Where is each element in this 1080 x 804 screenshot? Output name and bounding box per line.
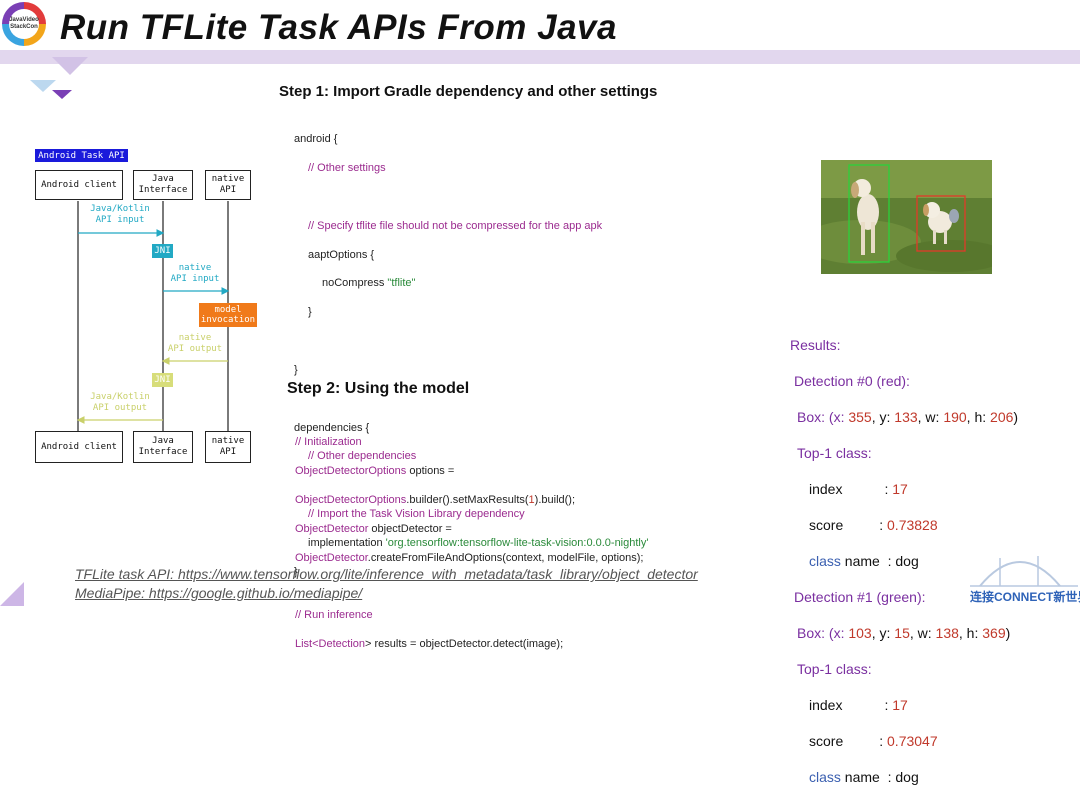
box-android-client-bottom: Android client (35, 431, 123, 463)
decor-triangle-bottom-left (0, 582, 24, 606)
code-type: List< (295, 638, 319, 651)
class-name-value: name : dog (844, 553, 919, 569)
box-x: 355 (848, 409, 872, 425)
box-y: 15 (894, 625, 910, 641)
code-line: } (308, 306, 312, 319)
code-line: noCompress (322, 277, 385, 290)
code-type: ObjectDetectorOptions (295, 465, 407, 478)
box-java-interface-bottom: Java Interface (133, 431, 193, 463)
tflite-task-api-link[interactable]: TFLite task API: https://www.tensorflow.… (75, 565, 698, 584)
score-label: score (809, 733, 844, 749)
code-comment: // Run inference (295, 609, 373, 622)
android-task-api-diagram: Android Task API Android client Java Int… (30, 145, 270, 465)
step2-code: // Initialization ObjectDetectorOptions … (295, 421, 644, 666)
step1-heading: Step 1: Import Gradle dependency and oth… (279, 83, 658, 100)
code-line: aaptOptions { (308, 248, 375, 261)
top1-label: Top-1 class: (797, 661, 872, 677)
code-type: ObjectDetectorOptions (295, 494, 407, 507)
model-invocation-tag: model invocation (199, 303, 257, 327)
diagram-heading: Android Task API (35, 149, 128, 162)
decor-triangle-large (52, 57, 88, 75)
box-x: 103 (848, 625, 872, 641)
code-comment: // Specify tflite file should not be com… (308, 219, 603, 232)
index-value: 17 (892, 481, 908, 497)
code-type: Detection (318, 638, 366, 651)
photo-two-dogs-on-grass (801, 160, 1006, 274)
box-w: 190 (943, 409, 967, 425)
code-line: .builder().setMaxResults( (406, 494, 529, 507)
label-java-kotlin-input: Java/Kotlin API input (90, 204, 150, 225)
decor-triangle-purple (52, 90, 72, 99)
box-java-interface-top: Java Interface (133, 170, 193, 200)
score-value: 0.73047 (887, 733, 938, 749)
score-value: 0.73828 (887, 517, 938, 533)
code-line: ).build(); (534, 494, 576, 507)
event-logo-text: JavaVideo StackCon (9, 9, 39, 39)
box-native-api-bottom: native API (205, 431, 251, 463)
box-w: 138 (935, 625, 959, 641)
mediapipe-link[interactable]: MediaPipe: https://google.github.io/medi… (75, 584, 698, 603)
event-logo: JavaVideo StackCon (2, 2, 46, 46)
box-label: Box: (x: (797, 409, 849, 425)
box-h: 206 (990, 409, 1014, 425)
code-type: ObjectDetector (295, 522, 369, 535)
box-h: 369 (982, 625, 1006, 641)
code-comment: // Other settings (308, 162, 386, 175)
code-line: android { (294, 133, 338, 146)
box-native-api-top: native API (205, 170, 251, 200)
label-native-api-input: native API input (170, 263, 220, 284)
jni-tag-1: JNI (152, 244, 173, 258)
jni-tag-2: JNI (152, 373, 173, 387)
header-divider-bar (0, 50, 1080, 64)
results-title: Results: (790, 337, 841, 353)
detection-photo (801, 160, 1006, 274)
step2-heading: Step 2: Using the model (287, 380, 470, 397)
index-label: index (809, 697, 843, 713)
class-keyword: class (809, 769, 841, 785)
box-android-client-top: Android client (35, 170, 123, 200)
top1-label: Top-1 class: (797, 445, 872, 461)
slide-title: Run TFLite Task APIs From Java (60, 8, 617, 47)
code-comment: // Initialization (295, 436, 362, 449)
code-line: objectDetector = (368, 522, 452, 535)
index-label: index (809, 481, 843, 497)
footer-bridge-logo: 连接CONNECT新世界 (960, 538, 1080, 606)
class-keyword: class (809, 553, 841, 569)
box-y: 133 (894, 409, 918, 425)
code-line: > results = objectDetector.detect(image)… (365, 638, 564, 651)
score-label: score (809, 517, 844, 533)
reference-links: TFLite task API: https://www.tensorflow.… (75, 565, 698, 603)
index-value: 17 (892, 697, 908, 713)
code-line: options = (406, 465, 455, 478)
label-java-kotlin-output: Java/Kotlin API output (90, 392, 150, 413)
footer-logo-text: 连接CONNECT新世界 (970, 590, 1080, 604)
code-line: .createFromFileAndOptions(context, model… (367, 551, 644, 564)
detection-0-label: Detection #0 (red): (794, 373, 910, 389)
box-label: Box: (x: (797, 625, 849, 641)
class-name-value: name : dog (844, 769, 919, 785)
label-native-api-output: native API output (167, 333, 223, 354)
code-string: "tflite" (387, 277, 416, 290)
code-line: } (294, 363, 298, 376)
code-type: ObjectDetector (295, 551, 368, 564)
